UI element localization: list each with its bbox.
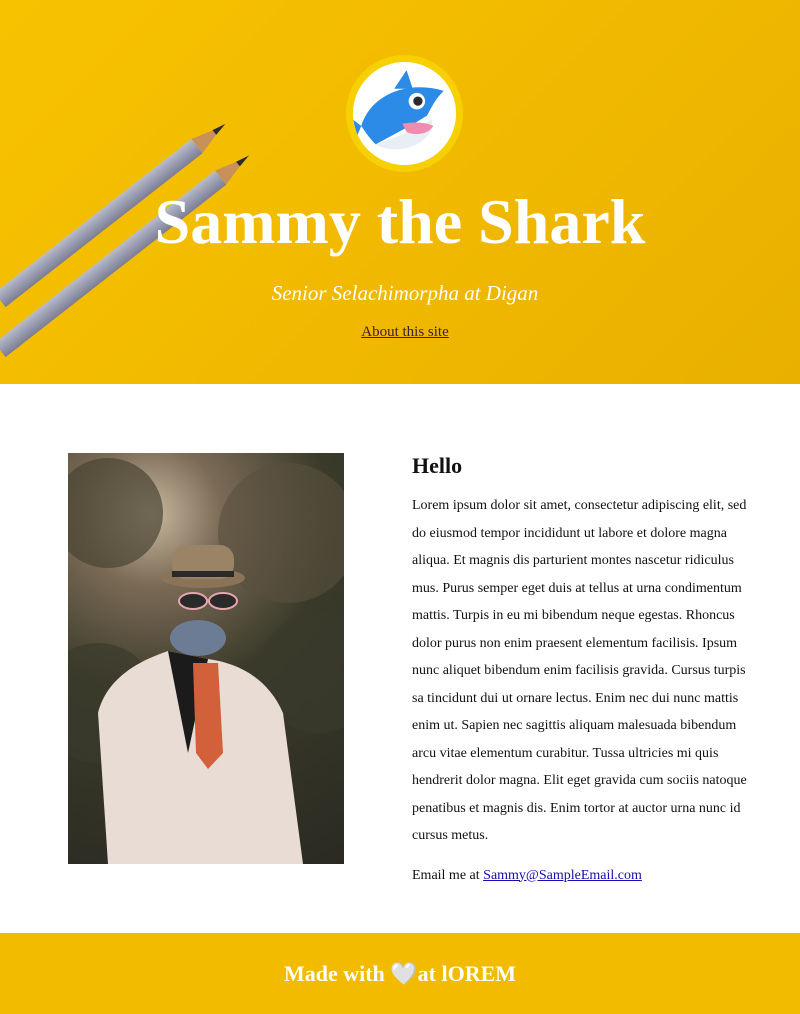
hero-banner: Sammy the Shark Senior Selachimorpha at … [0, 0, 800, 384]
footer-suffix: at lOREM [417, 961, 517, 986]
email-prefix: Email me at [412, 867, 484, 883]
page-subtitle: Senior Selachimorpha at Digan [271, 281, 539, 305]
bio-text: Lorem ipsum dolor sit amet, consectetur … [412, 498, 747, 843]
section-heading: Hello [412, 453, 463, 478]
site-footer: Made with 🤍at lOREM [0, 933, 800, 1014]
about-link[interactable]: About this site [361, 324, 449, 340]
page-title: Sammy the Shark [154, 186, 646, 257]
about-section: Hello Lorem ipsum dolor sit amet, consec… [412, 452, 752, 885]
avatar [346, 55, 463, 172]
profile-photo [68, 453, 344, 864]
email-link[interactable]: Sammy@SampleEmail.com [483, 868, 642, 883]
heart-icon: 🤍 [390, 961, 418, 986]
about-link-container: About this site [0, 323, 800, 341]
shark-icon [353, 62, 456, 165]
email-line: Email me at Sammy@SampleEmail.com [412, 867, 752, 885]
footer-made-with: Made with [283, 961, 391, 986]
profile-photo-image [68, 458, 344, 864]
